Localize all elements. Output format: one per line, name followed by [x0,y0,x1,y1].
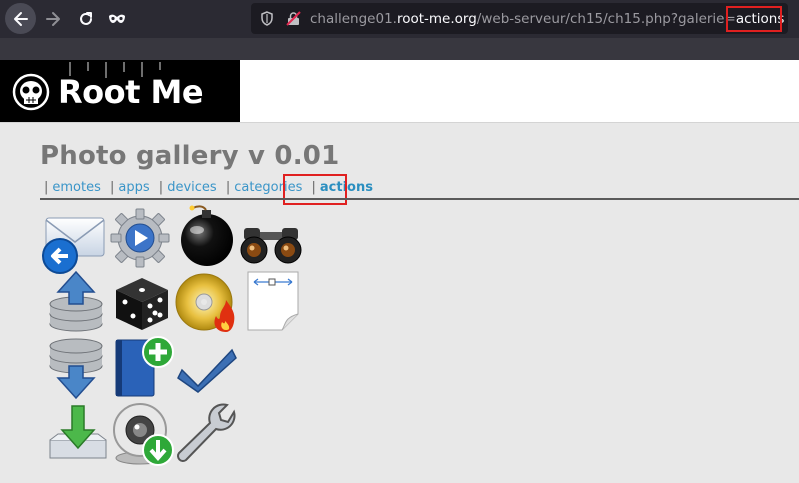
address-bar[interactable]: challenge01.root-me.org/web-serveur/ch15… [251,3,788,34]
root-me-logo[interactable]: Root Me [0,60,240,122]
reload-button[interactable] [71,5,101,33]
arrow-right-icon [46,12,60,26]
arrow-left-icon [13,11,28,26]
logo-text: Root Me [58,73,204,111]
bomb-icon[interactable] [175,204,239,268]
skull-icon [12,73,50,111]
webcam-download-icon[interactable] [110,402,174,466]
wrench-icon[interactable] [174,402,238,466]
checkmark-icon[interactable] [176,340,240,404]
download-tray-icon[interactable] [46,402,110,466]
toolbar-strip [0,38,799,60]
database-download-icon[interactable] [44,336,108,400]
url-text: challenge01.root-me.org/web-serveur/ch15… [310,11,785,27]
nav-apps[interactable]: apps [118,180,149,195]
active-tab-highlight-box [283,174,347,205]
dice-icon[interactable] [110,270,174,334]
nav-emotes[interactable]: emotes [52,180,100,195]
url-highlight-box [726,6,782,32]
database-upload-icon[interactable] [44,270,108,334]
mail-reply-icon[interactable] [42,212,106,276]
forward-button[interactable] [38,5,68,33]
nav-devices[interactable]: devices [167,180,216,195]
back-button[interactable] [5,3,36,34]
address-book-add-icon[interactable] [110,334,174,398]
reload-icon [80,12,92,25]
gear-play-icon[interactable] [108,206,172,270]
shield-icon[interactable] [260,11,274,26]
insecure-lock-icon[interactable] [286,11,301,26]
private-browsing-button[interactable] [102,5,132,33]
page-setup-icon[interactable] [242,268,306,332]
nav-divider [40,198,799,200]
cd-burn-icon[interactable] [174,270,238,334]
page-title: Photo gallery v 0.01 [40,141,340,171]
mask-icon [109,14,125,23]
browser-toolbar: challenge01.root-me.org/web-serveur/ch15… [0,0,799,38]
site-header: Root Me [0,60,799,123]
